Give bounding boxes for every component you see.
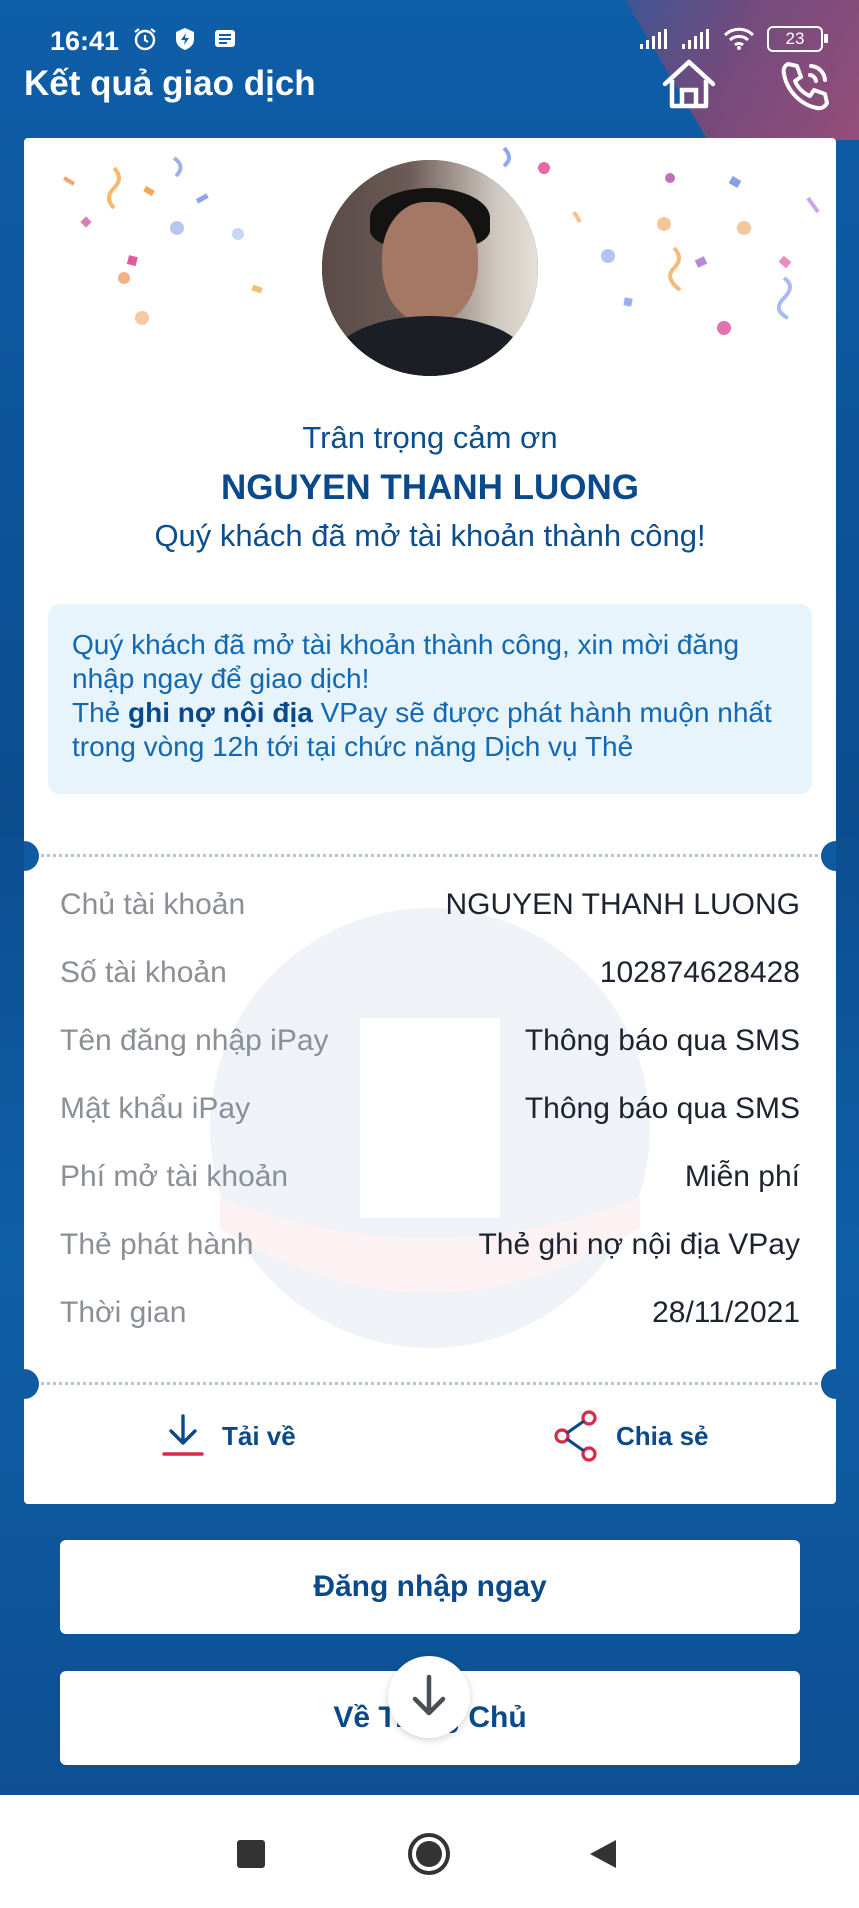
status-icons-left: [132, 26, 238, 52]
share-label: Chia sẻ: [616, 1420, 709, 1451]
back-button[interactable]: [578, 1829, 628, 1879]
ticket-notch: [24, 841, 39, 871]
wifi-icon: [723, 27, 755, 50]
detail-value: Thông báo qua SMS: [524, 1092, 800, 1125]
back-triangle-icon: [590, 1840, 616, 1868]
arrow-down-icon: [412, 1674, 446, 1716]
customer-name: NGUYEN THANH LUONG: [220, 468, 640, 507]
detail-label: Thời gian: [60, 1296, 187, 1329]
detail-value: Thẻ ghi nợ nội địa VPay: [478, 1228, 800, 1261]
share-button[interactable]: Chia sẻ: [552, 1406, 709, 1466]
page-title: Kết quả giao dịch: [24, 64, 316, 103]
download-label: Tải về: [222, 1420, 296, 1451]
notice-line2-bold: ghi nợ nội địa: [128, 697, 313, 728]
divider: [24, 854, 836, 857]
notice-line1: Quý khách đã mở tài khoản thành công, xi…: [72, 629, 740, 694]
square-icon: [237, 1840, 265, 1868]
detail-row: Tên đăng nhập iPay Thông báo qua SMS: [60, 1024, 800, 1064]
signal-icon: [682, 29, 709, 49]
detail-row: Thời gian 28/11/2021: [60, 1296, 800, 1336]
detail-row: Mật khẩu iPay Thông báo qua SMS: [60, 1092, 800, 1132]
detail-label: Số tài khoản: [60, 956, 227, 989]
detail-value: Miễn phí: [684, 1160, 800, 1193]
detail-row: Thẻ phát hành Thẻ ghi nợ nội địa VPay: [60, 1228, 800, 1268]
ticket-notch: [821, 1369, 836, 1399]
login-now-button[interactable]: Đăng nhập ngay: [60, 1540, 800, 1634]
detail-value: NGUYEN THANH LUONG: [445, 888, 801, 921]
home-nav-button[interactable]: [404, 1829, 454, 1879]
ticket-notch: [24, 1369, 39, 1399]
system-navigation-bar: [0, 1795, 859, 1908]
detail-label: Chủ tài khoản: [60, 888, 246, 921]
thanks-text: Trân trọng cảm ơn: [302, 420, 558, 455]
battery-indicator: 23: [767, 26, 828, 52]
home-icon[interactable]: [660, 58, 718, 110]
shield-bolt-icon: [176, 28, 194, 50]
avatar: [322, 160, 538, 376]
recent-apps-button[interactable]: [226, 1829, 276, 1879]
notice-box: Quý khách đã mở tài khoản thành công, xi…: [48, 604, 812, 794]
detail-label: Mật khẩu iPay: [60, 1092, 251, 1125]
notice-line2-prefix: Thẻ: [72, 697, 129, 728]
detail-value: Thông báo qua SMS: [524, 1024, 800, 1057]
ticket-notch: [821, 841, 836, 871]
battery-level: 23: [785, 29, 805, 48]
detail-label: Phí mở tài khoản: [60, 1160, 289, 1193]
detail-row: Số tài khoản 102874628428: [60, 956, 800, 996]
login-now-label: Đăng nhập ngay: [313, 1570, 547, 1603]
divider: [24, 1382, 836, 1385]
alarm-icon: [134, 28, 156, 51]
circle-icon: [408, 1833, 450, 1875]
detail-row: Phí mở tài khoản Miễn phí: [60, 1160, 800, 1200]
detail-value: 102874628428: [599, 956, 800, 989]
detail-row: Chủ tài khoản NGUYEN THANH LUONG: [60, 888, 800, 928]
success-message: Quý khách đã mở tài khoản thành công!: [154, 518, 706, 553]
message-icon: [215, 30, 235, 47]
download-button[interactable]: Tải về: [160, 1406, 296, 1466]
result-card: Trân trọng cảm ơn NGUYEN THANH LUONG Quý…: [24, 138, 836, 1504]
signal-icon: [640, 29, 667, 49]
detail-label: Tên đăng nhập iPay: [60, 1024, 329, 1057]
status-icons-right: 23: [639, 26, 828, 52]
share-icon: [554, 1410, 597, 1462]
phone-call-icon[interactable]: [778, 58, 834, 114]
download-icon: [162, 1414, 204, 1456]
scroll-down-button[interactable]: [388, 1656, 470, 1738]
status-time: 16:41: [50, 26, 120, 56]
detail-value: 28/11/2021: [652, 1296, 800, 1329]
detail-label: Thẻ phát hành: [60, 1228, 254, 1261]
